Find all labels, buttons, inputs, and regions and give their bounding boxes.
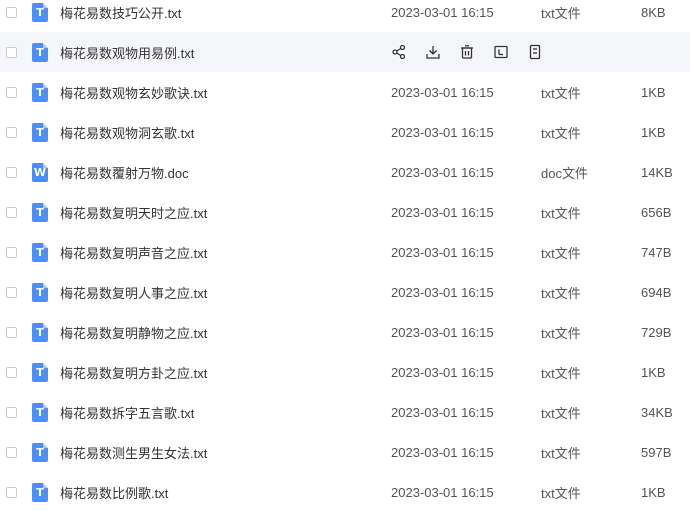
file-name[interactable]: 梅花易数复明天时之应.txt — [60, 203, 207, 222]
table-row[interactable]: T 梅花易数比例歌.txt 2023-03-01 16:15 txt文件 1KB — [0, 472, 690, 511]
file-list: T 梅花易数技巧公开.txt 2023-03-01 16:15 txt文件 8K… — [0, 0, 690, 503]
file-type: doc文件 — [541, 165, 588, 181]
file-name[interactable]: 梅花易数观物用易例.txt — [60, 43, 194, 62]
file-type: txt文件 — [541, 5, 581, 21]
file-name[interactable]: 梅花易数复明声音之应.txt — [60, 243, 207, 262]
row-checkbox[interactable] — [6, 86, 17, 98]
file-date: 2023-03-01 16:15 — [391, 164, 494, 180]
table-row[interactable]: T 梅花易数测生男生女法.txt 2023-03-01 16:15 txt文件 … — [0, 432, 690, 472]
file-name[interactable]: 梅花易数拆字五言歌.txt — [60, 403, 194, 422]
file-size: 1KB — [641, 484, 666, 500]
row-checkbox[interactable] — [6, 406, 17, 418]
table-row-hovered[interactable]: T 梅花易数观物用易例.txt — [0, 32, 690, 72]
file-size: 1KB — [641, 84, 666, 100]
file-date: 2023-03-01 16:15 — [391, 84, 494, 100]
download-icon[interactable] — [424, 43, 442, 61]
row-actions — [390, 43, 560, 61]
txt-file-icon: T — [32, 122, 48, 142]
txt-file-icon: T — [32, 442, 48, 462]
table-row[interactable]: T 梅花易数观物玄妙歌诀.txt 2023-03-01 16:15 txt文件 … — [0, 72, 690, 112]
txt-file-icon: T — [32, 2, 48, 22]
txt-file-icon: T — [32, 202, 48, 222]
table-row[interactable]: T 梅花易数复明方卦之应.txt 2023-03-01 16:15 txt文件 … — [0, 352, 690, 392]
file-size: 1KB — [641, 364, 666, 380]
row-checkbox[interactable] — [6, 246, 17, 258]
row-checkbox[interactable] — [6, 286, 17, 298]
file-type: txt文件 — [541, 405, 581, 421]
file-date: 2023-03-01 16:15 — [391, 124, 494, 140]
file-name[interactable]: 梅花易数复明人事之应.txt — [60, 283, 207, 302]
table-row[interactable]: T 梅花易数复明天时之应.txt 2023-03-01 16:15 txt文件 … — [0, 192, 690, 232]
table-row[interactable]: T 梅花易数拆字五言歌.txt 2023-03-01 16:15 txt文件 3… — [0, 392, 690, 432]
file-date: 2023-03-01 16:15 — [391, 444, 494, 460]
file-date: 2023-03-01 16:15 — [391, 324, 494, 340]
share-icon[interactable] — [390, 43, 408, 61]
row-checkbox[interactable] — [6, 166, 17, 178]
txt-file-icon: T — [32, 402, 48, 422]
table-row[interactable]: T 梅花易数复明静物之应.txt 2023-03-01 16:15 txt文件 … — [0, 312, 690, 352]
row-checkbox[interactable] — [6, 46, 17, 58]
file-name[interactable]: 梅花易数观物玄妙歌诀.txt — [60, 83, 207, 102]
txt-file-icon: T — [32, 322, 48, 342]
row-checkbox[interactable] — [6, 486, 17, 498]
row-checkbox[interactable] — [6, 446, 17, 458]
row-checkbox[interactable] — [6, 126, 17, 138]
row-checkbox[interactable] — [6, 206, 17, 218]
file-size: 8KB — [641, 4, 666, 20]
file-date: 2023-03-01 16:15 — [391, 364, 494, 380]
file-date: 2023-03-01 16:15 — [391, 4, 494, 20]
table-row[interactable]: W 梅花易数覆射万物.doc 2023-03-01 16:15 doc文件 14… — [0, 152, 690, 192]
file-type: txt文件 — [541, 205, 581, 221]
file-type: txt文件 — [541, 365, 581, 381]
row-checkbox[interactable] — [6, 6, 17, 18]
txt-file-icon: T — [32, 242, 48, 262]
table-row[interactable]: T 梅花易数观物洞玄歌.txt 2023-03-01 16:15 txt文件 1… — [0, 112, 690, 152]
file-name[interactable]: 梅花易数测生男生女法.txt — [60, 443, 207, 462]
txt-file-icon: T — [32, 82, 48, 102]
table-row[interactable]: T 梅花易数复明人事之应.txt 2023-03-01 16:15 txt文件 … — [0, 272, 690, 312]
table-row[interactable]: T 梅花易数技巧公开.txt 2023-03-01 16:15 txt文件 8K… — [0, 0, 690, 32]
file-name[interactable]: 梅花易数覆射万物.doc — [60, 163, 189, 182]
txt-file-icon: T — [32, 42, 48, 62]
file-date: 2023-03-01 16:15 — [391, 284, 494, 300]
txt-file-icon: T — [32, 482, 48, 502]
file-size: 656B — [641, 204, 672, 220]
file-size: 14KB — [641, 164, 673, 180]
file-size: 694B — [641, 284, 672, 300]
file-size: 597B — [641, 444, 672, 460]
file-name[interactable]: 梅花易数比例歌.txt — [60, 483, 168, 502]
file-date: 2023-03-01 16:15 — [391, 204, 494, 220]
file-type: txt文件 — [541, 245, 581, 261]
file-type: txt文件 — [541, 125, 581, 141]
file-type: txt文件 — [541, 445, 581, 461]
file-name[interactable]: 梅花易数复明方卦之应.txt — [60, 363, 207, 382]
txt-file-icon: T — [32, 362, 48, 382]
file-date: 2023-03-01 16:15 — [391, 404, 494, 420]
more-icon[interactable] — [526, 43, 544, 61]
delete-icon[interactable] — [458, 43, 476, 61]
file-type: txt文件 — [541, 85, 581, 101]
table-row[interactable]: T 梅花易数复明声音之应.txt 2023-03-01 16:15 txt文件 … — [0, 232, 690, 272]
file-date: 2023-03-01 16:15 — [391, 484, 494, 500]
doc-file-icon: W — [32, 162, 48, 182]
rename-icon[interactable] — [492, 43, 510, 61]
row-checkbox[interactable] — [6, 366, 17, 378]
file-size: 747B — [641, 244, 672, 260]
file-name[interactable]: 梅花易数观物洞玄歌.txt — [60, 123, 194, 142]
file-type: txt文件 — [541, 325, 581, 341]
row-checkbox[interactable] — [6, 326, 17, 338]
txt-file-icon: T — [32, 282, 48, 302]
file-size: 1KB — [641, 124, 666, 140]
file-date: 2023-03-01 16:15 — [391, 244, 494, 260]
file-size: 34KB — [641, 404, 673, 420]
file-name[interactable]: 梅花易数技巧公开.txt — [60, 3, 181, 22]
file-type: txt文件 — [541, 485, 581, 501]
file-size: 729B — [641, 324, 672, 340]
file-name[interactable]: 梅花易数复明静物之应.txt — [60, 323, 207, 342]
file-type: txt文件 — [541, 285, 581, 301]
